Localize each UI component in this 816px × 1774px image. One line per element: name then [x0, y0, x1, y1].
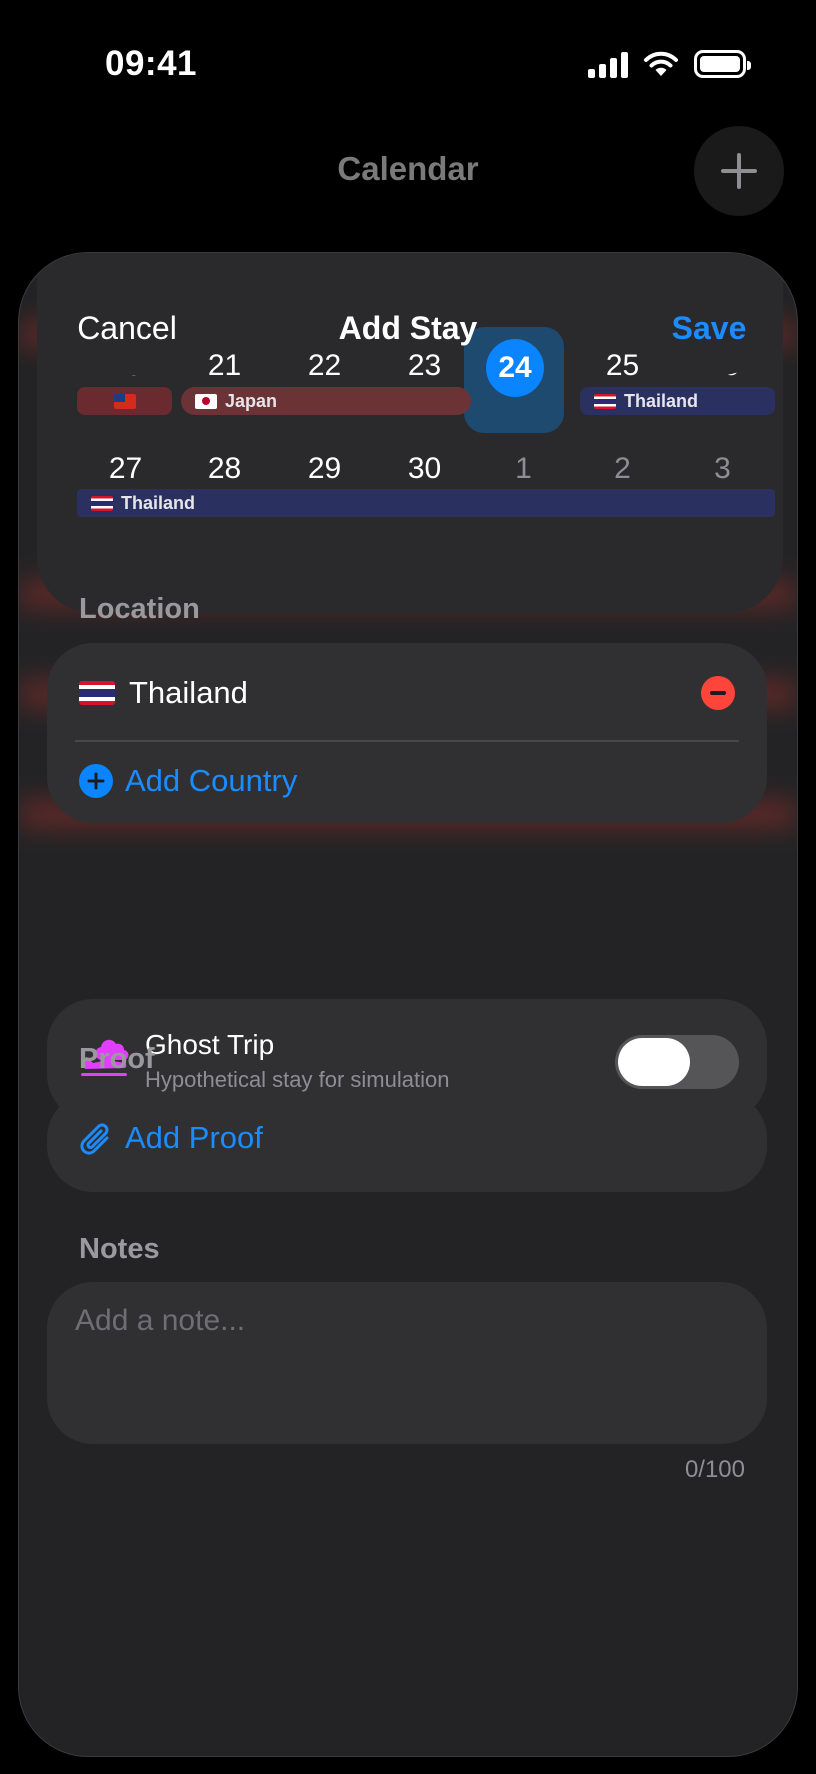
status-icons	[588, 50, 751, 78]
stay-bar-thailand[interactable]: Thailand	[580, 387, 775, 415]
proof-section-label: Proof	[79, 1043, 155, 1075]
paperclip-icon	[80, 1123, 109, 1155]
calendar-day[interactable]: 29	[276, 452, 373, 486]
plus-circle-icon	[79, 764, 113, 798]
cellular-signal-icon	[588, 50, 628, 78]
location-card: Thailand Add Country	[47, 643, 767, 823]
calendar-day[interactable]: 28	[176, 452, 273, 486]
flag-jp-icon	[195, 393, 217, 409]
remove-country-button[interactable]	[701, 676, 735, 710]
toggle-knob	[618, 1038, 690, 1086]
flag-th-icon	[91, 495, 113, 511]
minus-icon	[710, 691, 726, 695]
location-row[interactable]: Thailand	[47, 643, 767, 743]
calendar-day[interactable]: 30	[376, 452, 473, 486]
calendar-day[interactable]: 3	[674, 452, 771, 486]
stay-bar-label: Thailand	[624, 390, 699, 411]
status-time: 09:41	[105, 44, 198, 83]
cancel-button[interactable]: Cancel	[47, 281, 207, 375]
add-country-label: Add Country	[125, 763, 298, 798]
add-country-button[interactable]: Add Country	[47, 731, 767, 831]
stay-bar-label: Japan	[225, 390, 278, 411]
sheet-nav-bar: Cancel Add Stay Save	[19, 281, 797, 375]
stay-bar-thailand[interactable]: Thailand	[77, 489, 775, 517]
notes-character-counter: 0/100	[684, 1456, 745, 1483]
status-bar: 09:41	[0, 0, 816, 130]
flag-th-icon	[594, 393, 616, 409]
add-stay-sheet: 20 21 22 23 24 25 26 Japan Thailand 27 2…	[18, 252, 798, 1757]
plus-icon	[721, 153, 757, 189]
calendar-day[interactable]: 2	[574, 452, 671, 486]
battery-icon	[694, 50, 751, 78]
calendar-day[interactable]: 27	[77, 452, 174, 486]
stay-bar-label: Thailand	[121, 492, 196, 513]
location-country-name: Thailand	[129, 675, 248, 710]
ghost-trip-toggle[interactable]	[615, 1035, 739, 1089]
add-proof-button[interactable]: Add Proof	[47, 1092, 767, 1192]
flag-th-icon	[79, 681, 115, 705]
stay-bar-taiwan[interactable]	[77, 387, 172, 415]
stay-bar-japan[interactable]: Japan	[181, 387, 471, 415]
calendar-day[interactable]: 1	[475, 452, 572, 486]
flag-tw-icon	[113, 393, 136, 409]
location-section-label: Location	[79, 593, 200, 625]
notes-placeholder: Add a note...	[75, 1304, 246, 1337]
save-button[interactable]: Save	[649, 281, 769, 375]
notes-input[interactable]: Add a note...	[47, 1282, 767, 1444]
background-add-button[interactable]	[694, 126, 784, 216]
wifi-icon	[644, 51, 678, 76]
ghost-trip-subtitle: Hypothetical stay for simulation	[145, 1067, 450, 1092]
add-proof-label: Add Proof	[125, 1120, 263, 1155]
ghost-trip-title: Ghost Trip	[145, 1029, 275, 1060]
notes-section-label: Notes	[79, 1233, 160, 1265]
